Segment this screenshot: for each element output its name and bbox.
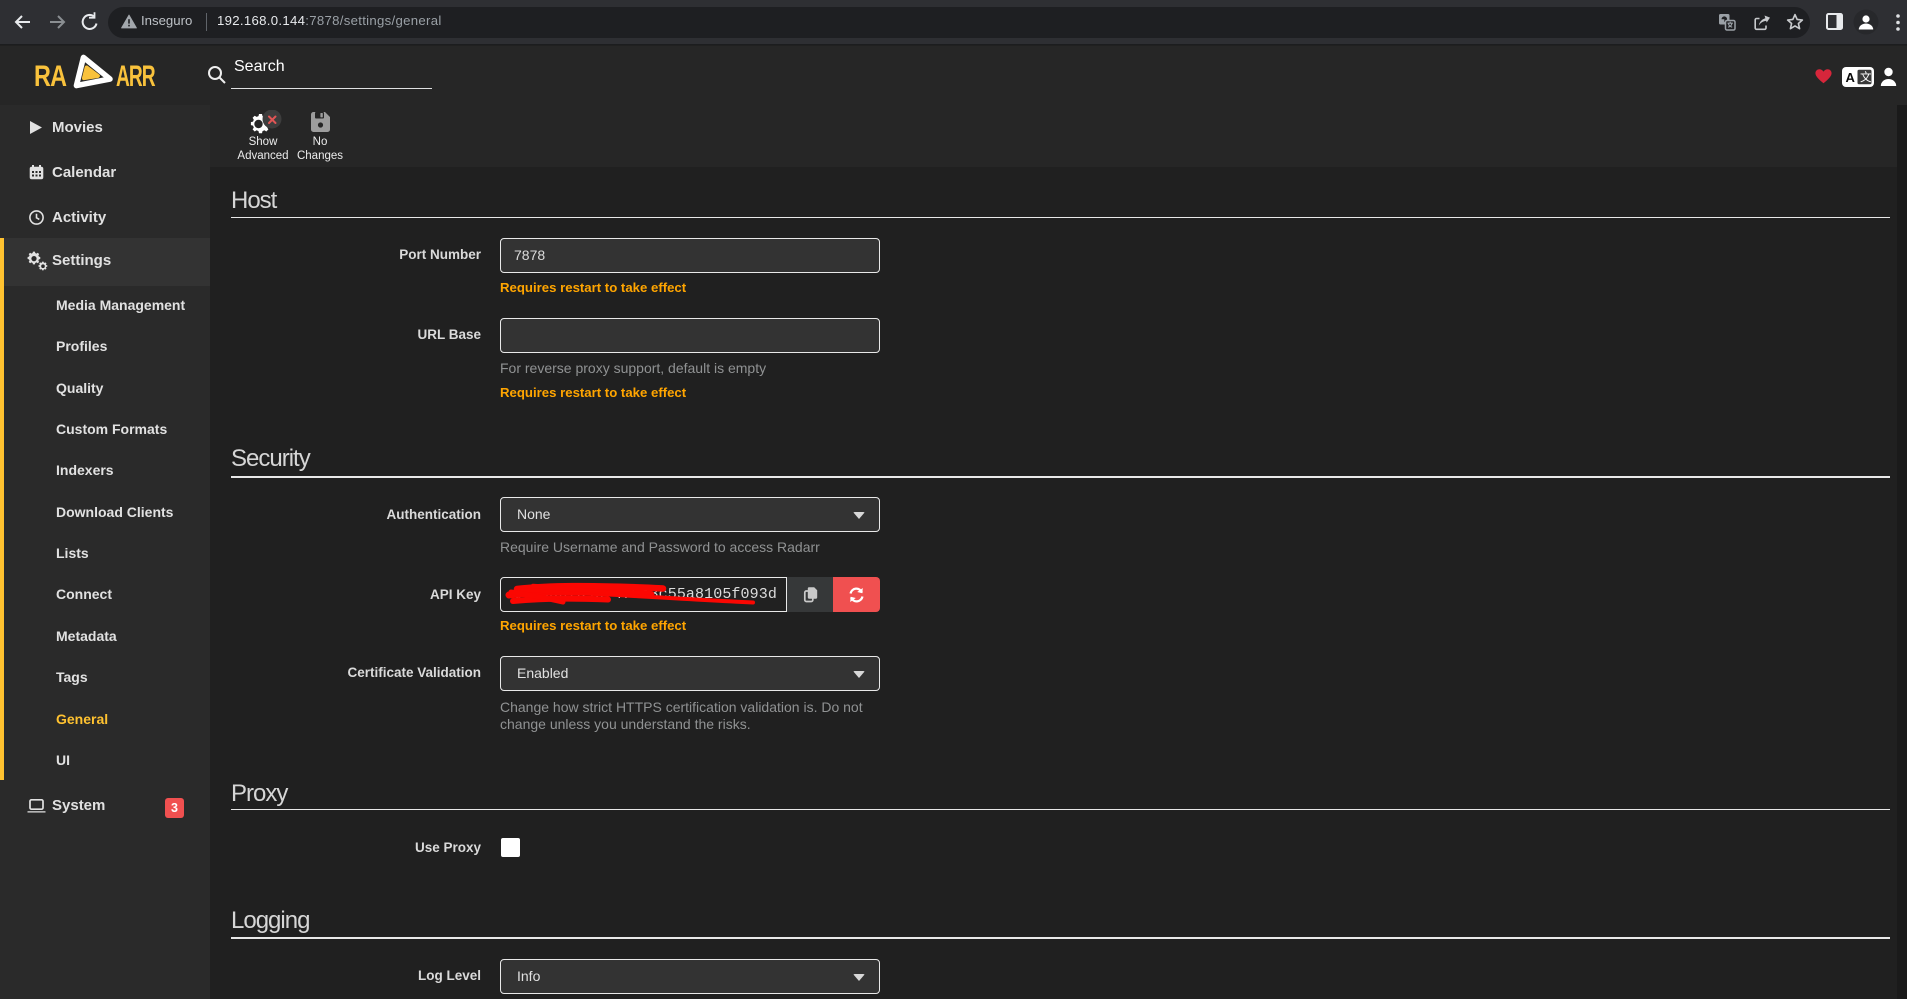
svg-text:A: A: [1846, 70, 1856, 85]
svg-text:ARR: ARR: [116, 60, 156, 93]
svg-text:RA: RA: [34, 59, 67, 92]
svg-text:文: 文: [1860, 70, 1872, 84]
